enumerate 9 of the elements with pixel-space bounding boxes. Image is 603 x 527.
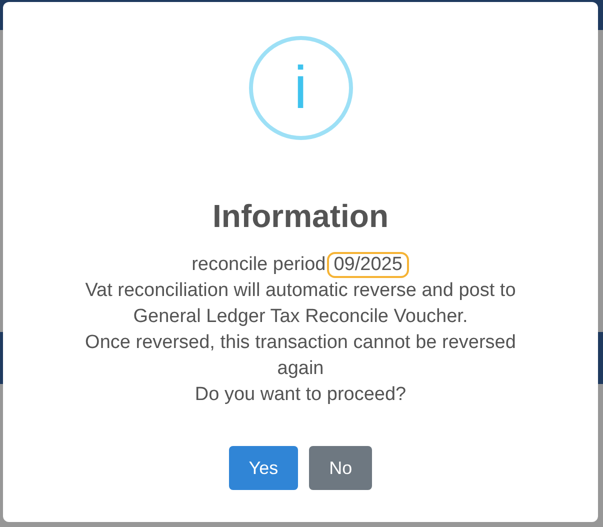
dialog-title: Information [212,197,388,236]
message-text: reconcile period [192,253,326,277]
message-text: Once reversed, this transaction cannot be reversed again [84,331,517,381]
period-field: 09/2025 [326,252,410,278]
message-text: Do you want to proceed? [194,383,406,407]
info-icon: i [248,36,352,140]
no-button[interactable]: No [309,446,372,490]
message-text: Vat reconciliation will automatic reverse and post to General Ledger Tax Reconcile Voucher. [84,279,517,329]
yes-button[interactable]: Yes [228,446,298,490]
